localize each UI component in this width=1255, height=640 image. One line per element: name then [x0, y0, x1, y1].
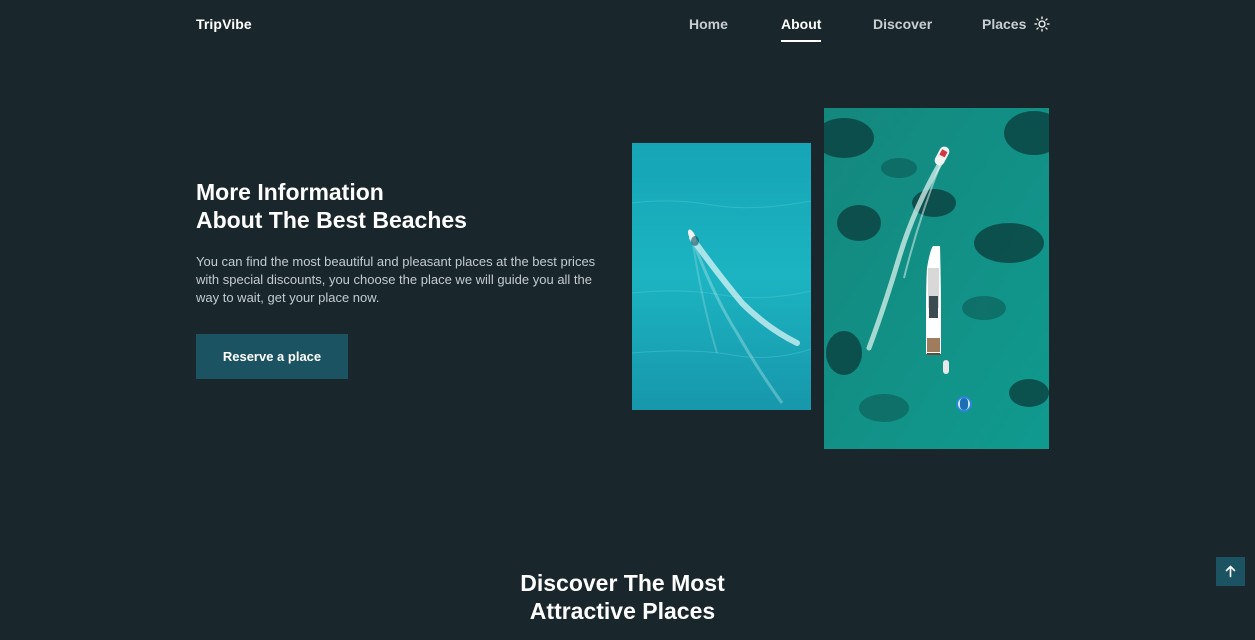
about-title-line-1: More Information	[196, 179, 384, 205]
arrow-up-icon	[1225, 565, 1236, 578]
discover-title-line-2: Attractive Places	[529, 598, 716, 624]
scroll-top-button[interactable]	[1216, 557, 1245, 586]
about-title: More Information About The Best Beaches	[196, 178, 467, 234]
discover-title: Discover The Most Attractive Places	[0, 569, 1245, 625]
about-description: You can find the most beautiful and plea…	[196, 254, 596, 305]
discover-title-line-1: Discover The Most	[520, 570, 725, 596]
reserve-place-button[interactable]: Reserve a place	[196, 334, 348, 379]
nav-link-discover[interactable]: Discover	[873, 16, 932, 32]
nav-link-home[interactable]: Home	[689, 16, 728, 32]
site-header: TripVibe Home About Discover Places	[0, 0, 1255, 50]
nav-link-places[interactable]: Places	[982, 16, 1026, 32]
about-title-line-2: About The Best Beaches	[196, 207, 467, 233]
logo[interactable]: TripVibe	[196, 16, 252, 32]
beach-photo-yacht	[824, 108, 1049, 449]
nav-link-about[interactable]: About	[781, 16, 822, 42]
beach-photo-speedboat	[632, 143, 811, 410]
sun-icon[interactable]	[1034, 16, 1050, 32]
